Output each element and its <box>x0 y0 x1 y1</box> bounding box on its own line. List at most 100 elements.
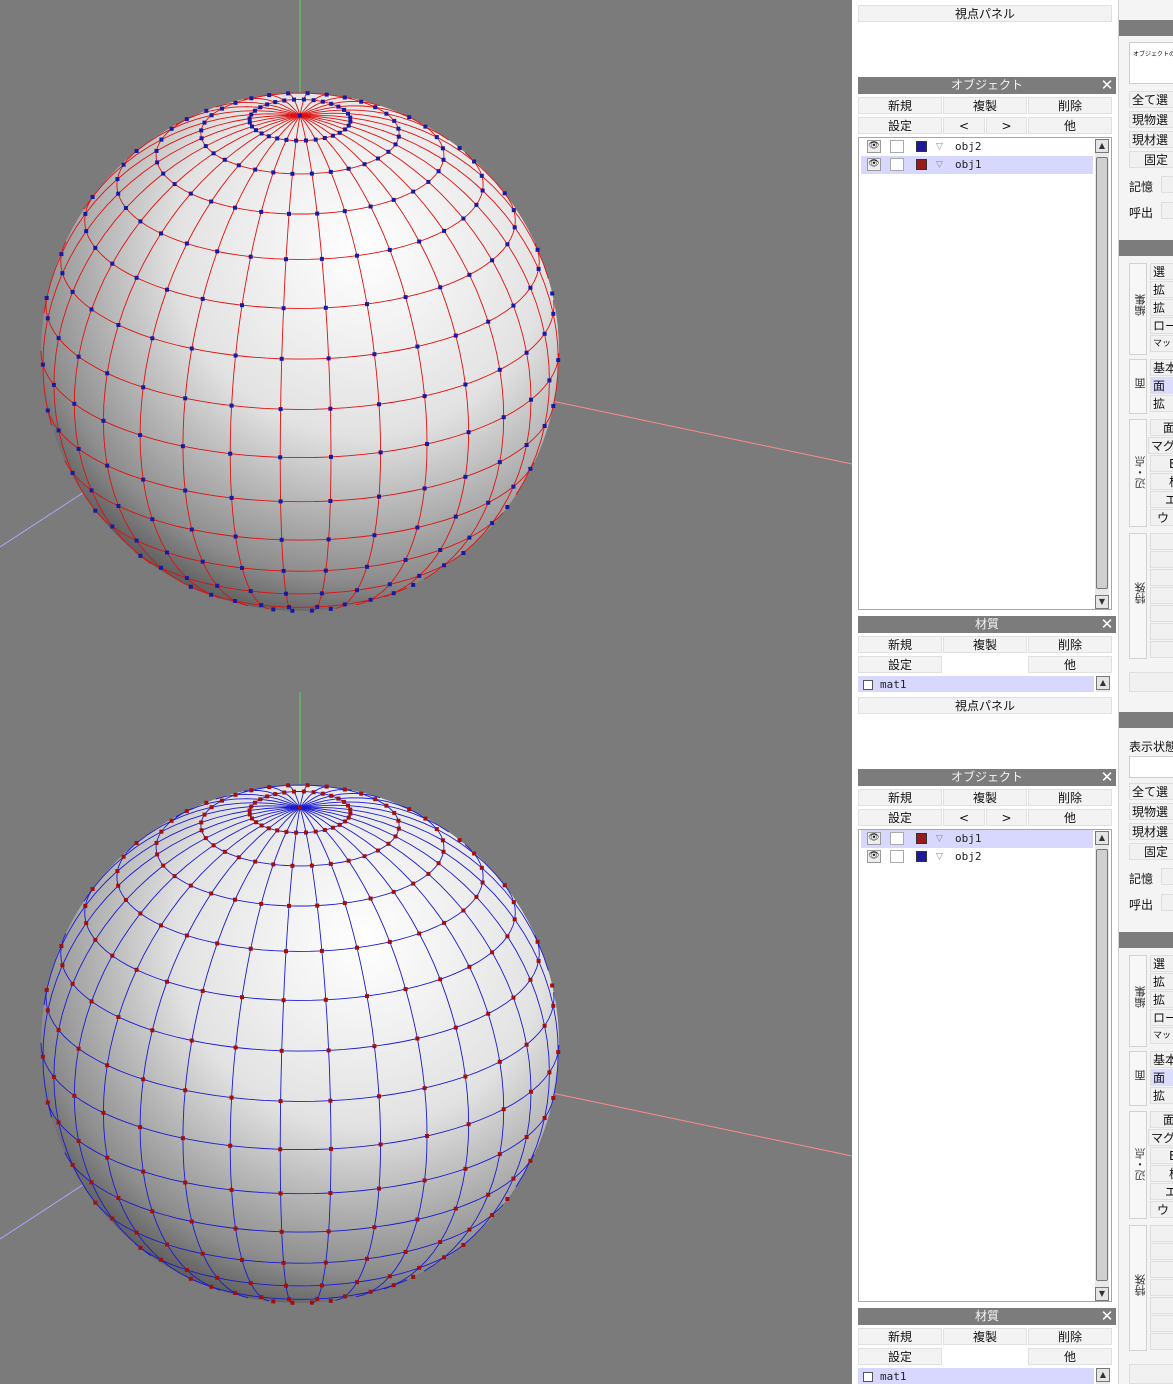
object-settings-button[interactable]: 設定 <box>858 809 942 826</box>
delete-material-button[interactable]: 削除 <box>1028 1328 1112 1345</box>
scroll-down-icon[interactable]: ▼ <box>1095 1287 1109 1301</box>
select-all-button[interactable]: 全て選 <box>1129 783 1173 800</box>
special-slot[interactable] <box>1150 1279 1173 1296</box>
collapse-triangle-icon[interactable]: ▽ <box>936 830 943 848</box>
delete-object-button[interactable]: 削除 <box>1028 789 1112 806</box>
collapse-triangle-icon[interactable]: ▽ <box>936 848 943 866</box>
material-settings-button[interactable]: 設定 <box>858 1348 942 1365</box>
rotate-tool-button[interactable]: ロー <box>1150 1009 1173 1026</box>
object-settings-button[interactable]: 設定 <box>858 117 942 134</box>
scroll-thumb[interactable] <box>1096 849 1108 1281</box>
lock-checkbox[interactable] <box>890 850 904 863</box>
scroll-up-icon[interactable]: ▲ <box>1095 139 1109 153</box>
duplicate-material-button[interactable]: 複製 <box>943 1328 1027 1345</box>
collapse-triangle-icon[interactable]: ▽ <box>936 156 943 174</box>
new-material-button[interactable]: 新規 <box>858 636 942 653</box>
eye-icon[interactable]: 👁 <box>867 140 881 153</box>
material-settings-button[interactable]: 設定 <box>858 656 942 673</box>
scale-tool-button[interactable]: 拡 <box>1150 299 1173 316</box>
view-panel-button[interactable]: 視点パネル <box>858 697 1112 714</box>
select-current-object-button[interactable]: 現物選 <box>1129 803 1173 820</box>
move-down-button[interactable]: > <box>986 809 1027 826</box>
duplicate-object-button[interactable]: 複製 <box>943 97 1027 114</box>
collapse-triangle-icon[interactable]: ▽ <box>936 138 943 156</box>
object-row[interactable]: 👁 ▽ obj2 <box>861 138 1093 156</box>
rotate-tool-button[interactable]: ロー <box>1150 317 1173 334</box>
view-panel-button[interactable]: 視点パネル <box>858 5 1112 22</box>
select-current-material-button[interactable]: 現材選 <box>1129 131 1173 148</box>
delete-object-button[interactable]: 削除 <box>1028 97 1112 114</box>
special-slot[interactable] <box>1150 1333 1173 1350</box>
magnet-button[interactable]: マグ <box>1148 437 1173 454</box>
new-material-button[interactable]: 新規 <box>858 1328 942 1345</box>
move-tool-button[interactable]: 拡 <box>1150 973 1173 990</box>
special-slot[interactable] <box>1150 551 1173 568</box>
eye-icon[interactable]: 👁 <box>867 850 881 863</box>
eye-icon[interactable]: 👁 <box>867 158 881 171</box>
special-slot[interactable] <box>1150 1297 1173 1314</box>
delete-material-button[interactable]: 削除 <box>1028 636 1112 653</box>
lock-checkbox[interactable] <box>890 832 904 845</box>
move-down-button[interactable]: > <box>986 117 1027 134</box>
lock-checkbox[interactable] <box>890 158 904 171</box>
plate-button[interactable]: 板 <box>1150 473 1173 490</box>
material-list-scrollbar[interactable]: ▲ <box>1096 676 1110 692</box>
close-icon[interactable]: ✕ <box>1100 77 1114 94</box>
material-list-scrollbar[interactable]: ▲ <box>1096 1368 1110 1384</box>
special-slot[interactable] <box>1150 1315 1173 1332</box>
3d-viewport[interactable] <box>0 0 852 692</box>
scroll-up-icon[interactable]: ▲ <box>1095 831 1109 845</box>
special-slot[interactable] <box>1150 569 1173 586</box>
duplicate-object-button[interactable]: 複製 <box>943 789 1027 806</box>
object-row-selected[interactable]: 👁 ▽ obj1 <box>861 830 1093 848</box>
weld-button[interactable]: ウ <box>1150 509 1173 526</box>
scroll-up-icon[interactable]: ▲ <box>1096 676 1110 690</box>
sphere-scene[interactable] <box>0 692 852 1384</box>
close-icon[interactable]: ✕ <box>1100 769 1114 786</box>
edge-face-button[interactable]: 面 <box>1150 419 1173 436</box>
magnet-tool-button[interactable]: マッ <box>1150 1027 1173 1044</box>
bevel-button[interactable]: B <box>1150 1147 1173 1164</box>
3d-viewport[interactable] <box>0 692 852 1384</box>
move-up-button[interactable]: < <box>943 117 985 134</box>
object-list[interactable]: 👁 ▽ obj2 👁 ▽ obj1 ▲ ▼ <box>858 137 1112 610</box>
recall-slot[interactable] <box>1161 202 1173 219</box>
special-slot[interactable] <box>1150 587 1173 604</box>
extrude-button[interactable]: 拡 <box>1150 1087 1173 1104</box>
close-icon[interactable]: ✕ <box>1100 616 1114 633</box>
sphere-scene[interactable] <box>0 0 852 692</box>
basic-face-button[interactable]: 基本 <box>1150 359 1173 376</box>
special-slot[interactable] <box>1150 1261 1173 1278</box>
edge-button[interactable]: エ <box>1150 491 1173 508</box>
special-slot[interactable] <box>1150 533 1173 550</box>
scroll-down-icon[interactable]: ▼ <box>1095 595 1109 609</box>
magnet-button[interactable]: マグ <box>1148 1129 1173 1146</box>
bevel-button[interactable]: B <box>1150 455 1173 472</box>
memory-slot[interactable] <box>1161 868 1173 885</box>
eye-icon[interactable]: 👁 <box>867 832 881 845</box>
object-row-selected[interactable]: 👁 ▽ obj1 <box>861 156 1093 174</box>
face-button[interactable]: 面 <box>1150 377 1173 394</box>
weld-button[interactable]: ウ <box>1150 1201 1173 1218</box>
select-tool-button[interactable]: 選 <box>1150 955 1173 972</box>
special-slot[interactable] <box>1150 641 1173 658</box>
recall-slot[interactable] <box>1161 894 1173 911</box>
fix-button[interactable]: 固定 <box>1129 843 1173 860</box>
special-slot[interactable] <box>1150 623 1173 640</box>
material-checkbox[interactable] <box>863 680 873 690</box>
extrude-button[interactable]: 拡 <box>1150 395 1173 412</box>
edge-face-button[interactable]: 面 <box>1150 1111 1173 1128</box>
select-current-object-button[interactable]: 現物選 <box>1129 111 1173 128</box>
special-slot[interactable] <box>1150 1243 1173 1260</box>
scroll-up-icon[interactable]: ▲ <box>1096 1368 1110 1382</box>
command-slot[interactable] <box>1129 1364 1173 1384</box>
basic-face-button[interactable]: 基本 <box>1150 1051 1173 1068</box>
select-current-material-button[interactable]: 現材選 <box>1129 823 1173 840</box>
object-other-button[interactable]: 他 <box>1028 117 1112 134</box>
material-other-button[interactable]: 他 <box>1028 1348 1112 1365</box>
fix-button[interactable]: 固定 <box>1129 151 1173 168</box>
special-slot[interactable] <box>1150 605 1173 622</box>
magnet-tool-button[interactable]: マッ <box>1150 335 1173 352</box>
object-list-scrollbar[interactable]: ▲ ▼ <box>1095 831 1109 1301</box>
special-slot[interactable] <box>1150 1225 1173 1242</box>
